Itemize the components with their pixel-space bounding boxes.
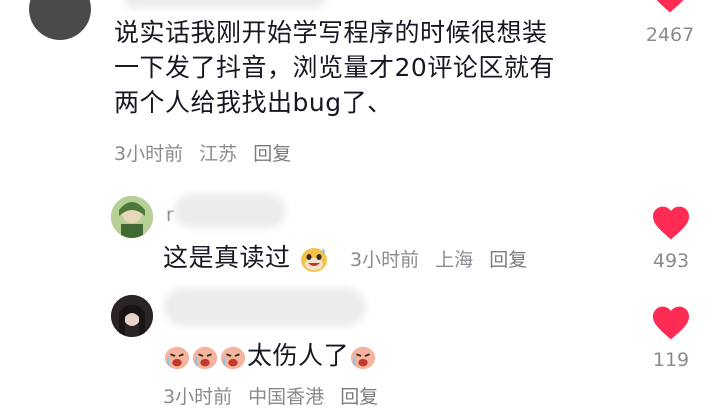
like-heart-icon[interactable] bbox=[651, 305, 691, 341]
reply-2-like-count: 119 bbox=[652, 349, 690, 371]
reply-2-username-blurred bbox=[170, 294, 360, 320]
reply-button[interactable]: 回复 bbox=[253, 143, 291, 165]
username-blurred bbox=[130, 0, 320, 2]
comment-line-3: 两个人给我找出bug了、 bbox=[114, 88, 393, 117]
avatar-reply-2[interactable] bbox=[111, 295, 153, 337]
reply-1-time: 3小时前 bbox=[350, 249, 420, 271]
crying-emoji-icon bbox=[164, 346, 190, 370]
reply-1-like-count: 493 bbox=[652, 250, 690, 272]
like-count: 2467 bbox=[645, 24, 695, 46]
crying-emoji-icon bbox=[220, 346, 246, 370]
main-comment-meta: 3小时前 江苏 回复 bbox=[114, 139, 301, 166]
reply-1-reply-button[interactable]: 回复 bbox=[489, 249, 527, 271]
like-heart-icon[interactable] bbox=[651, 205, 691, 241]
comment-line-1: 说实话我刚开始学写程序的时候很想装 bbox=[114, 18, 548, 47]
grinning-sweat-emoji-icon bbox=[300, 248, 327, 272]
crying-emoji-icon bbox=[192, 346, 218, 370]
reply-1-content: 这是真读过 bbox=[163, 240, 329, 275]
reply-1-text: 这是真读过 bbox=[163, 243, 291, 272]
reply-1-username-partial: r bbox=[166, 204, 174, 226]
comment-location: 江苏 bbox=[199, 143, 238, 165]
reply-2-content: 太伤人了 bbox=[163, 338, 377, 373]
avatar-reply-1[interactable] bbox=[111, 196, 153, 238]
main-comment-text: 说实话我刚开始学写程序的时候很想装 一下发了抖音，浏览量才20评论区就有 两个人… bbox=[114, 15, 555, 120]
comment-time: 3小时前 bbox=[114, 143, 184, 165]
like-heart-icon[interactable] bbox=[650, 0, 690, 14]
avatar-character-icon bbox=[111, 196, 153, 238]
avatar-portrait-icon bbox=[111, 295, 153, 337]
avatar-main-commenter[interactable] bbox=[29, 0, 91, 40]
comment-line-2: 一下发了抖音，浏览量才20评论区就有 bbox=[114, 53, 555, 82]
crying-emoji-icon bbox=[350, 346, 376, 370]
reply-1-username-blurred bbox=[180, 200, 280, 222]
reply-2-text: 太伤人了 bbox=[247, 341, 350, 370]
reply-1-location: 上海 bbox=[435, 249, 474, 271]
reply-1-meta: 3小时前 上海 回复 bbox=[350, 245, 537, 272]
